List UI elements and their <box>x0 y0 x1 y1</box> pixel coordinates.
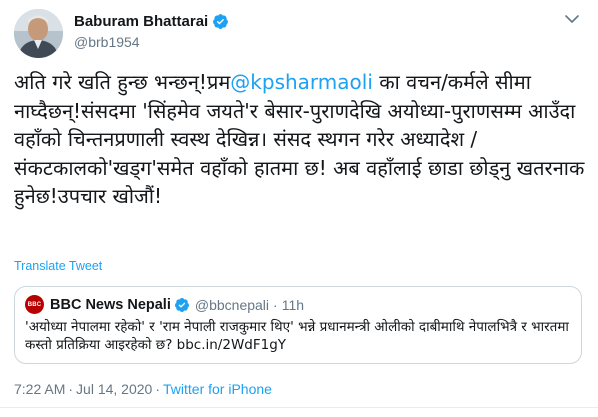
divider <box>0 407 598 408</box>
quoted-tweet[interactable]: BBC BBC News Nepali @bbcnepali · 11h 'अय… <box>14 286 582 364</box>
meta-separator: · <box>155 381 161 397</box>
verified-badge-icon <box>213 13 229 29</box>
author-block: Baburam Bhattarai @brb1954 <box>74 11 229 50</box>
tweet-meta: 7:22 AM · Jul 14, 2020 · Twitter for iPhone <box>14 381 272 397</box>
author-display-name[interactable]: Baburam Bhattarai <box>74 13 208 30</box>
mention-link[interactable]: @kpsharmaoli <box>230 70 373 94</box>
tweet-source-link[interactable]: Twitter for iPhone <box>163 381 272 397</box>
verified-badge-icon <box>174 297 189 312</box>
quoted-separator: · <box>273 296 278 313</box>
chevron-down-icon[interactable] <box>564 13 580 25</box>
avatar[interactable] <box>14 9 63 58</box>
quoted-handle: @bbcnepali <box>194 296 270 313</box>
tweet-text: अति गरे खति हुन्छ भन्छन्!प्रम@kpsharmaol… <box>14 68 586 211</box>
quoted-timestamp: 11h <box>281 296 305 313</box>
tweet-date[interactable]: Jul 14, 2020 <box>76 381 152 397</box>
quoted-display-name: BBC News Nepali <box>50 296 171 313</box>
author-handle[interactable]: @brb1954 <box>74 34 229 50</box>
tweet-time[interactable]: 7:22 AM <box>14 381 65 397</box>
meta-separator: · <box>68 381 74 397</box>
quoted-tweet-header: BBC BBC News Nepali @bbcnepali · 11h <box>25 295 304 314</box>
bbc-logo-icon: BBC <box>25 295 44 314</box>
tweet-card: Baburam Bhattarai @brb1954 अति गरे खति ह… <box>0 0 598 417</box>
tweet-text-start: अति गरे खति हुन्छ भन्छन्!प्रम <box>14 70 231 94</box>
quoted-tweet-text: 'अयोध्या नेपालमा रहेको' र 'राम नेपाली रा… <box>25 319 569 353</box>
translate-tweet-link[interactable]: Translate Tweet <box>14 259 102 273</box>
